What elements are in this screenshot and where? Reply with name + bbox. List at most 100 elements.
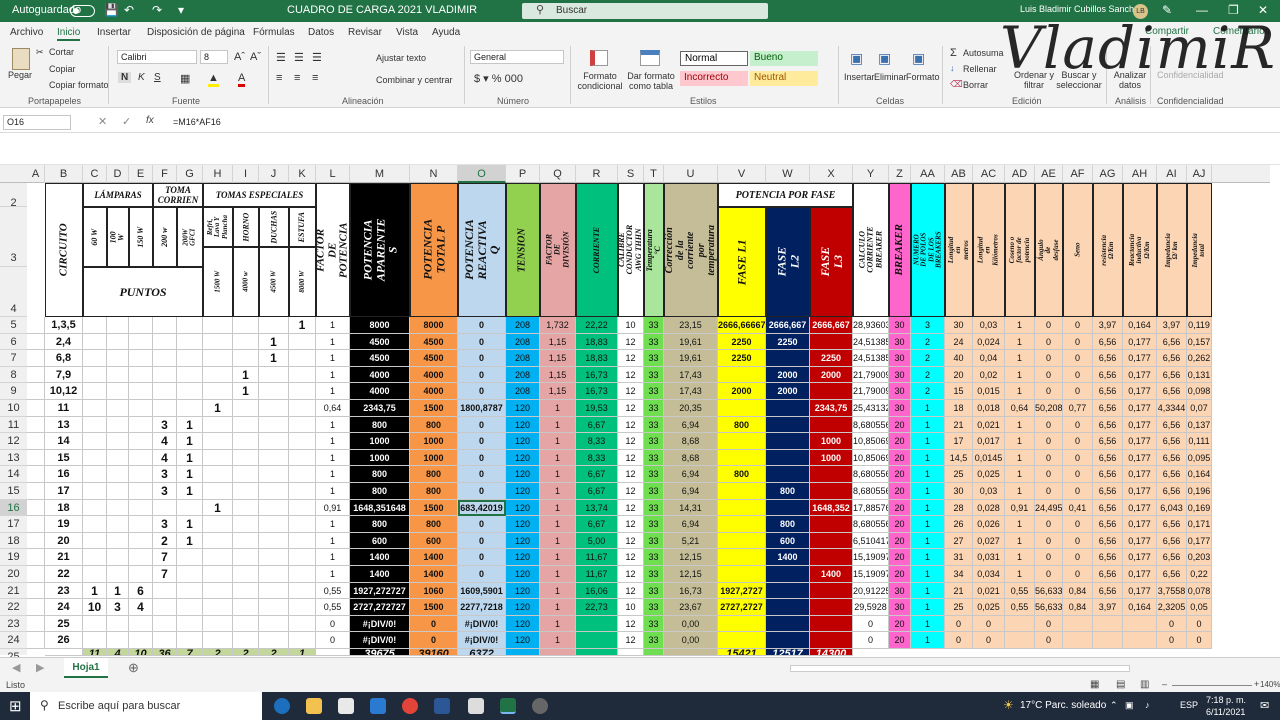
align-left-icon[interactable]: ≡ [276,72,282,84]
cell-a22[interactable] [27,599,45,616]
cell-ai14[interactable]: 6,56 [1157,466,1187,483]
cell-o15[interactable]: 0 [458,483,506,500]
cell-m25[interactable]: 39675 [350,649,410,656]
column-header-g[interactable]: G [177,165,203,183]
column-header-s[interactable]: S [618,165,644,183]
cell-r17[interactable]: 6,67 [576,516,618,533]
column-header-k[interactable]: K [289,165,316,183]
cell-p5[interactable]: 208 [506,317,540,334]
cell-c23[interactable] [83,615,107,633]
cell-h18[interactable] [203,532,233,550]
column-header-e[interactable]: E [129,165,153,183]
cell-n10[interactable]: 1500 [410,400,458,417]
cell-ae5[interactable]: 0 [1035,317,1063,334]
cell-ah16[interactable]: 0,177 [1123,499,1157,517]
cell-ac22[interactable]: 0,025 [973,599,1005,616]
cell-u7[interactable]: 19,61 [664,350,718,367]
delete-button[interactable]: Eliminar [874,72,907,82]
cell-s24[interactable]: 12 [618,632,644,649]
row-header-9[interactable]: 9 [0,383,27,400]
cell-ad22[interactable]: 0,55 [1005,599,1035,616]
cell-ah19[interactable]: 0,177 [1123,549,1157,566]
cell-m21[interactable]: 1927,272727 [350,582,410,600]
column-header-o[interactable]: O [458,165,506,183]
cell-g13[interactable]: 1 [177,449,203,467]
cell-b5[interactable]: 1,3,5 [45,317,83,334]
cell-y9[interactable]: 21,79009 [853,383,889,400]
cell-y14[interactable]: 8,680556 [853,466,889,483]
cell-g17[interactable]: 1 [177,516,203,533]
cell-u13[interactable]: 8,68 [664,449,718,467]
row-header-17[interactable]: 17 [0,516,27,533]
cell-y23[interactable]: 0 [853,615,889,633]
cell-v13[interactable] [718,449,766,467]
cell-ae8[interactable]: 0 [1035,366,1063,384]
cell-e16[interactable] [129,499,153,517]
cell-s16[interactable]: 12 [618,499,644,517]
next-sheet-icon[interactable]: ▶ [36,661,44,674]
cell-aa6[interactable]: 2 [911,333,945,351]
cell-q22[interactable]: 1 [540,599,576,616]
cell-s11[interactable]: 12 [618,416,644,434]
cell-m14[interactable]: 800 [350,466,410,483]
row-header-8[interactable]: 8 [0,367,27,384]
cell-y10[interactable]: 25,43132 [853,400,889,417]
cell-aj8[interactable]: 0,131 [1187,366,1212,384]
file-explorer-icon[interactable] [306,698,322,714]
cell-t18[interactable]: 33 [644,532,664,550]
cell-aj20[interactable]: 0,22 [1187,566,1212,583]
cell-x13[interactable]: 1000 [810,449,853,467]
cell-b11[interactable]: 13 [45,416,83,434]
document-title[interactable]: CUADRO DE CARGA 2021 VLADIMIR [287,4,477,16]
cell-h8[interactable] [203,366,233,384]
cell-a9[interactable] [27,383,45,400]
fill-button[interactable]: Rellenar [963,64,997,74]
cell-k8[interactable] [289,366,316,384]
cell-g21[interactable] [177,582,203,600]
cell-ad20[interactable]: 1 [1005,566,1035,583]
cell-y12[interactable]: 10,85069 [853,433,889,450]
cell-af9[interactable]: 0 [1063,383,1093,400]
cell-l24[interactable]: 0 [316,632,350,649]
cell-y22[interactable]: 29,5928 [853,599,889,616]
cell-ac9[interactable]: 0,015 [973,383,1005,400]
cell-r25[interactable] [576,649,618,656]
cell-e22[interactable]: 4 [129,599,153,616]
cell-x12[interactable]: 1000 [810,433,853,450]
cell-u25[interactable] [664,649,718,656]
store-icon[interactable] [338,698,354,714]
cell-l6[interactable]: 1 [316,333,350,351]
format-table-button[interactable]: Dar formato como tabla [626,71,676,91]
format-table-icon[interactable] [640,50,660,66]
cell-a13[interactable] [27,449,45,467]
cell-a14[interactable] [27,466,45,483]
cell-e9[interactable] [129,383,153,400]
cell-ai7[interactable]: 6,56 [1157,350,1187,367]
cell-aa16[interactable]: 1 [911,499,945,517]
cell-t20[interactable]: 33 [644,566,664,583]
cell-ai18[interactable]: 6,56 [1157,532,1187,550]
column-header-u[interactable]: U [664,165,718,183]
cell-n16[interactable]: 1500 [410,499,458,517]
column-header-i[interactable]: I [233,165,259,183]
cell-x6[interactable] [810,333,853,351]
cell-t13[interactable]: 33 [644,449,664,467]
cell-j23[interactable] [259,615,289,633]
cell-v21[interactable]: 1927,2727 [718,582,766,600]
copy-button[interactable]: Copiar [49,64,76,74]
cell-o25[interactable]: 6372 [458,649,506,656]
cell-af16[interactable]: 0,41 [1063,499,1093,517]
column-header-l[interactable]: L [316,165,350,183]
cell-ad12[interactable]: 1 [1005,433,1035,450]
cell-ab20[interactable]: 34 [945,566,973,583]
cell-s9[interactable]: 12 [618,383,644,400]
taskbar-search[interactable]: ⚲ Escribe aquí para buscar [30,692,262,720]
cell-q11[interactable]: 1 [540,416,576,434]
notepad-icon[interactable] [468,698,484,714]
cell-af18[interactable]: 0 [1063,532,1093,550]
borders-icon[interactable]: ▦ [180,72,190,85]
cell-k15[interactable] [289,483,316,500]
cell-o21[interactable]: 1609,5901 [458,582,506,600]
cell-k5[interactable]: 1 [289,317,316,334]
cell-c21[interactable]: 1 [83,582,107,600]
